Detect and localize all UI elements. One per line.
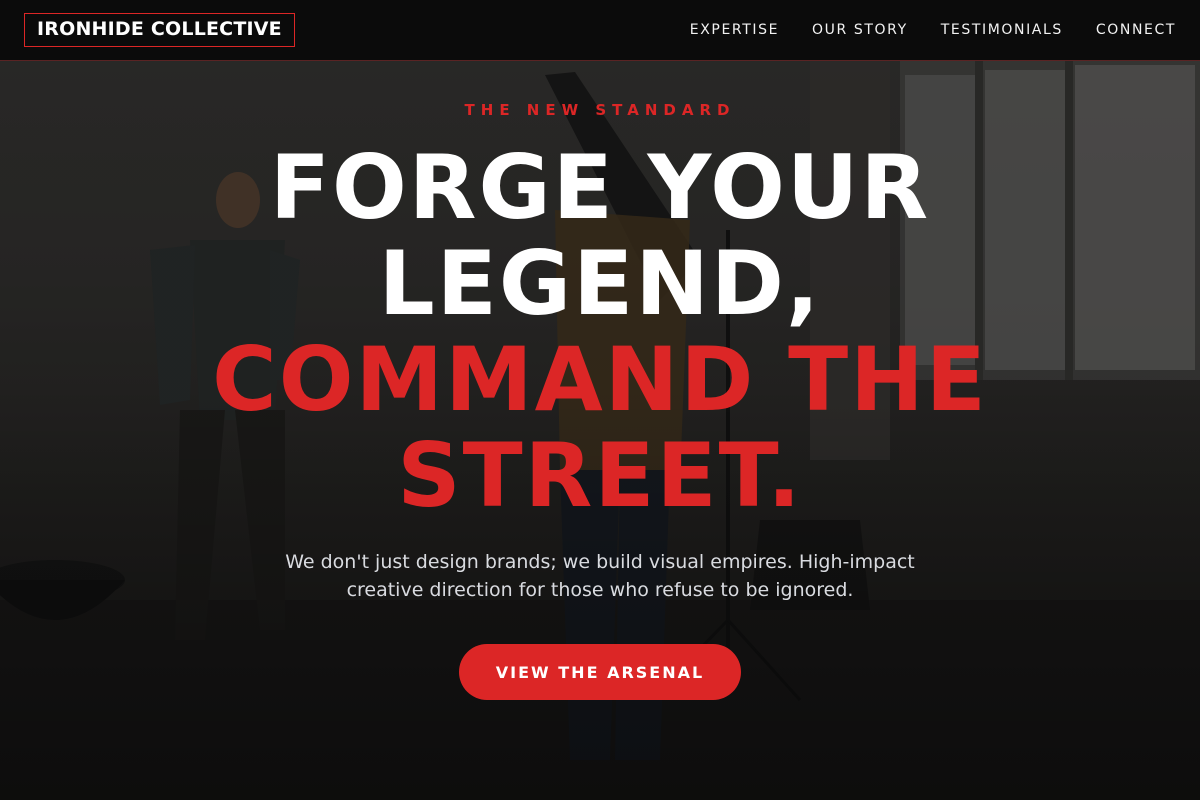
hero-subtext-line-2: creative direction for those who refuse …: [346, 579, 854, 601]
nav-link-our-story[interactable]: OUR STORY: [812, 22, 908, 38]
brand-logo[interactable]: IRONHIDE COLLECTIVE: [24, 13, 295, 47]
hero-headline: FORGE YOUR LEGEND, COMMAND THE STREET.: [0, 140, 1200, 524]
hero-section: THE NEW STANDARD FORGE YOUR LEGEND, COMM…: [0, 0, 1200, 800]
top-navbar: IRONHIDE COLLECTIVE EXPERTISE OUR STORY …: [0, 0, 1200, 61]
nav-link-testimonials[interactable]: TESTIMONIALS: [941, 22, 1063, 38]
nav-link-connect[interactable]: CONNECT: [1096, 22, 1176, 38]
headline-line-2: LEGEND,: [378, 232, 822, 335]
nav-links: EXPERTISE OUR STORY TESTIMONIALS CONNECT: [690, 22, 1176, 38]
nav-link-expertise[interactable]: EXPERTISE: [690, 22, 779, 38]
view-arsenal-button[interactable]: VIEW THE ARSENAL: [459, 644, 741, 700]
headline-line-3: COMMAND THE: [212, 328, 988, 431]
headline-line-4: STREET.: [397, 424, 803, 527]
hero-eyebrow: THE NEW STANDARD: [464, 101, 736, 119]
hero-subtext-line-1: We don't just design brands; we build vi…: [285, 551, 915, 573]
headline-line-1: FORGE YOUR: [269, 136, 931, 239]
hero-subtext: We don't just design brands; we build vi…: [250, 548, 950, 604]
